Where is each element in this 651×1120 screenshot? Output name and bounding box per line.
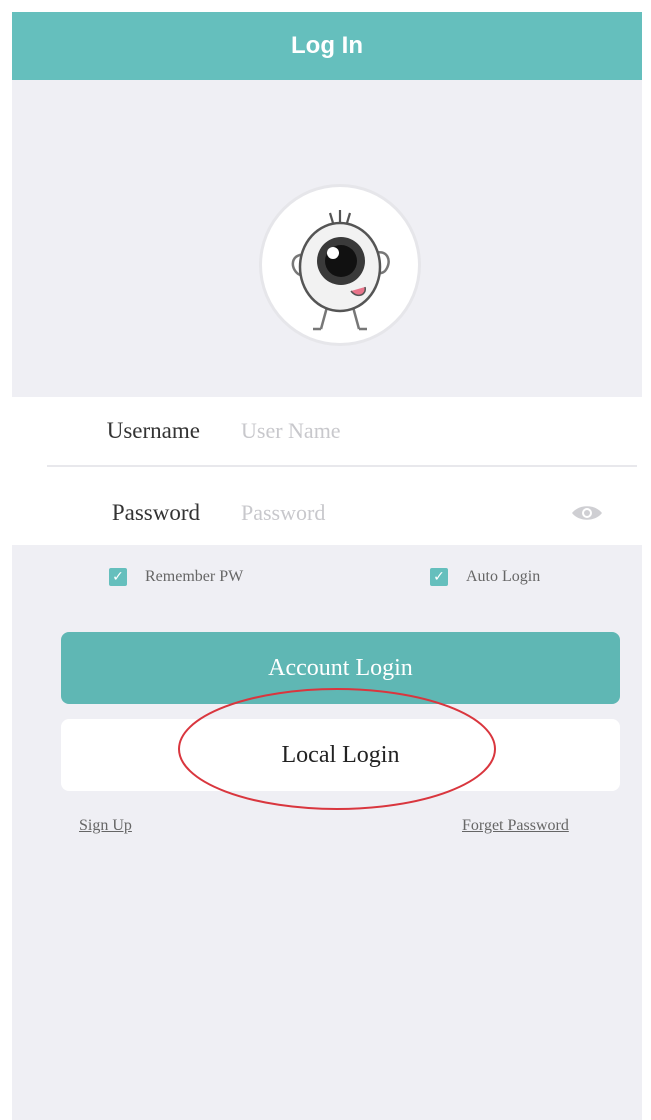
account-login-button[interactable]: Account Login xyxy=(61,632,620,704)
footer-links: Sign Up Forget Password xyxy=(12,817,642,847)
remember-pw-label: Remember PW xyxy=(145,568,244,585)
username-row: Username xyxy=(12,397,642,465)
remember-pw-checkbox[interactable]: ✓ Remember PW xyxy=(109,562,243,592)
username-input[interactable] xyxy=(239,410,563,452)
sign-up-link[interactable]: Sign Up xyxy=(79,817,132,835)
eyeball-mascot-icon xyxy=(291,210,390,331)
auto-login-label: Auto Login xyxy=(466,568,541,585)
page-title: Log In xyxy=(291,32,363,59)
checkmark-icon: ✓ xyxy=(109,568,127,586)
password-label: Password xyxy=(111,500,200,525)
forget-password-link[interactable]: Forget Password xyxy=(462,817,569,835)
form-divider xyxy=(47,465,637,467)
avatar xyxy=(262,187,418,343)
auto-login-checkbox[interactable]: ✓ Auto Login xyxy=(430,562,540,592)
local-login-button[interactable]: Local Login xyxy=(61,719,620,791)
checkmark-icon: ✓ xyxy=(430,568,448,586)
password-input[interactable] xyxy=(239,492,563,534)
login-screen: Log In Username Password xyxy=(12,12,642,1120)
login-options: ✓ Remember PW ✓ Auto Login xyxy=(12,562,642,592)
eye-icon[interactable] xyxy=(571,503,603,523)
header-bar: Log In xyxy=(12,12,642,80)
password-row: Password xyxy=(12,479,642,547)
login-form: Username Password xyxy=(12,397,642,545)
username-label: Username xyxy=(106,418,200,443)
